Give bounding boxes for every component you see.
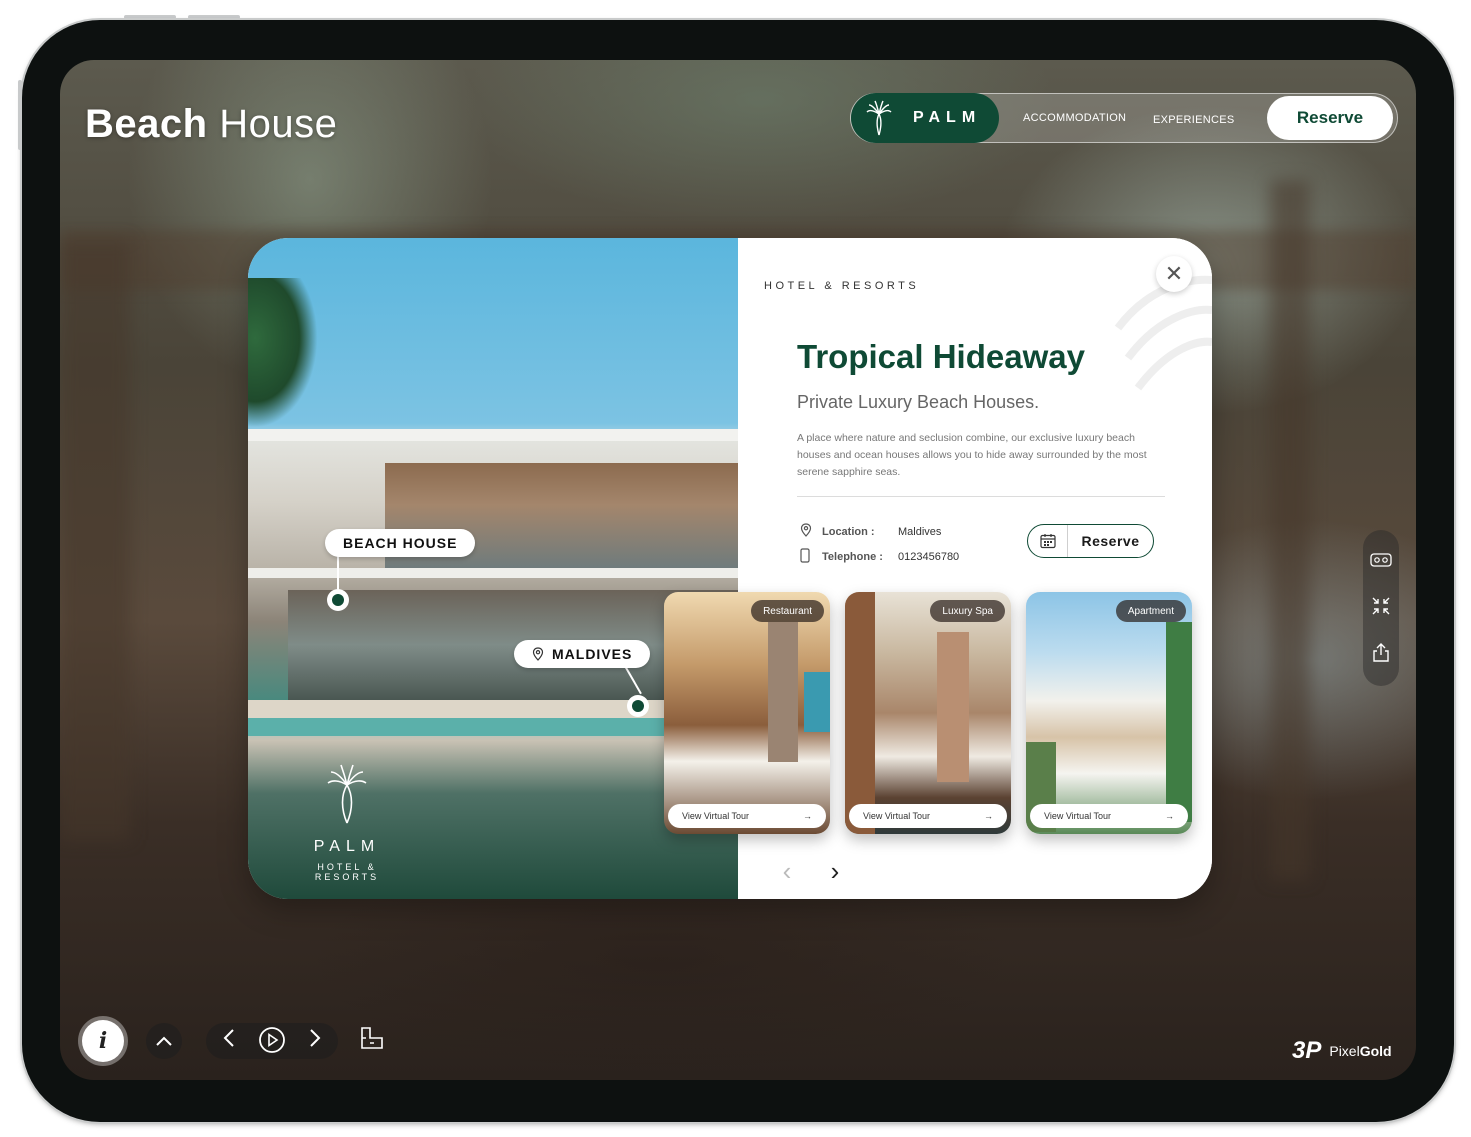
- arrow-right-icon: →: [1165, 811, 1174, 821]
- close-icon: ✕: [1164, 261, 1184, 286]
- thumbnail-apartment[interactable]: Apartment View Virtual Tour →: [1026, 592, 1192, 834]
- compress-icon: [1372, 597, 1390, 615]
- nav-item-experiences[interactable]: EXPERIENCES: [1153, 114, 1235, 126]
- property-description: A place where nature and seclusion combi…: [797, 432, 1147, 478]
- thumbnail-tag: Restaurant: [751, 600, 824, 622]
- tour-screen: Beach House PALM ACCOMMODATION EXPERIENC…: [60, 60, 1416, 1080]
- chevron-right-icon: [310, 1029, 321, 1047]
- floorplan-icon: [361, 1027, 383, 1049]
- 3p-logo: 3P: [1292, 1037, 1322, 1064]
- floorplan-button[interactable]: [356, 1025, 388, 1057]
- view-virtual-tour-button[interactable]: View Virtual Tour →: [668, 804, 826, 828]
- view-virtual-tour-button[interactable]: View Virtual Tour →: [1030, 804, 1188, 828]
- arrow-right-icon: →: [803, 811, 812, 821]
- pin-maldives[interactable]: MALDIVES: [514, 640, 651, 668]
- chevron-right-icon: ›: [830, 855, 840, 886]
- palm-watermark-icon: [1114, 275, 1212, 391]
- close-button[interactable]: ✕: [1156, 256, 1192, 292]
- thumbnail-tag: Apartment: [1115, 600, 1186, 622]
- share-icon: [1373, 643, 1389, 662]
- credit-logo: 3P PixelGold: [1292, 1037, 1392, 1064]
- eyebrow: HOTEL & RESORTS: [764, 280, 920, 292]
- property-subtitle: Private Luxury Beach Houses.: [797, 392, 1040, 412]
- phone-icon: [800, 548, 814, 566]
- play-icon: [259, 1027, 285, 1053]
- thumbnail-luxury-spa[interactable]: Luxury Spa View Virtual Tour →: [845, 592, 1011, 834]
- palm-logo-icon: [866, 100, 892, 136]
- chevron-left-icon: ‹: [782, 855, 792, 886]
- autoplay-button[interactable]: [257, 1026, 287, 1056]
- share-button[interactable]: [1368, 639, 1394, 665]
- exit-fullscreen-button[interactable]: [1368, 593, 1394, 619]
- location-row: Location : Maldives: [800, 523, 941, 540]
- location-icon: [800, 523, 814, 540]
- nav-item-accommodation[interactable]: ACCOMMODATION: [1023, 112, 1126, 124]
- pin-beach-house[interactable]: BEACH HOUSE: [325, 529, 476, 557]
- carousel-next-button[interactable]: ›: [820, 856, 850, 886]
- palm-logo-icon: [327, 764, 367, 824]
- hotspot-beach-house[interactable]: [327, 589, 349, 611]
- location-value: Maldives: [898, 525, 942, 538]
- side-toolbar: [1363, 530, 1399, 686]
- thumbnail-tag: Luxury Spa: [930, 600, 1005, 622]
- arrow-right-icon: →: [984, 811, 993, 821]
- next-scene-button[interactable]: [300, 1026, 330, 1056]
- nav-logo-text: PALM: [913, 109, 982, 126]
- page-title: Beach House: [85, 102, 338, 146]
- telephone-value[interactable]: 0123456780: [898, 551, 959, 563]
- calendar-icon: [1028, 525, 1068, 557]
- location-pin-icon: [532, 647, 544, 661]
- info-icon: i: [98, 1028, 108, 1054]
- thumbnail-restaurant[interactable]: Restaurant View Virtual Tour →: [664, 592, 830, 834]
- scene-navigation: [206, 1023, 338, 1059]
- previous-scene-button[interactable]: [214, 1026, 244, 1056]
- info-button[interactable]: i: [82, 1020, 124, 1062]
- telephone-row: Telephone : 0123456780: [800, 548, 959, 566]
- chevron-up-icon: [156, 1036, 172, 1046]
- property-card: BEACH HOUSE MALDIVES PALM HOTEL & RESORT…: [248, 238, 1212, 899]
- property-title: Tropical Hideaway: [797, 338, 1085, 375]
- vr-icon: [1370, 553, 1392, 567]
- reserve-button[interactable]: Reserve: [1027, 524, 1154, 558]
- hero-logo-sub: HOTEL & RESORTS: [314, 862, 380, 882]
- view-virtual-tour-button[interactable]: View Virtual Tour →: [849, 804, 1007, 828]
- hero-logo-name: PALM: [313, 838, 381, 855]
- divider: [797, 496, 1165, 497]
- hero-brand-logo: PALM HOTEL & RESORTS: [292, 763, 402, 882]
- carousel-prev-button[interactable]: ‹: [772, 856, 802, 886]
- toggle-menu-button[interactable]: [146, 1023, 182, 1059]
- chevron-left-icon: [223, 1029, 234, 1047]
- hotspot-maldives[interactable]: [627, 695, 649, 717]
- vr-mode-button[interactable]: [1368, 547, 1394, 573]
- palm-logo[interactable]: PALM: [851, 93, 999, 143]
- nav-reserve-button[interactable]: Reserve: [1267, 96, 1393, 140]
- top-navigation: PALM ACCOMMODATION EXPERIENCES Reserve: [850, 93, 1398, 143]
